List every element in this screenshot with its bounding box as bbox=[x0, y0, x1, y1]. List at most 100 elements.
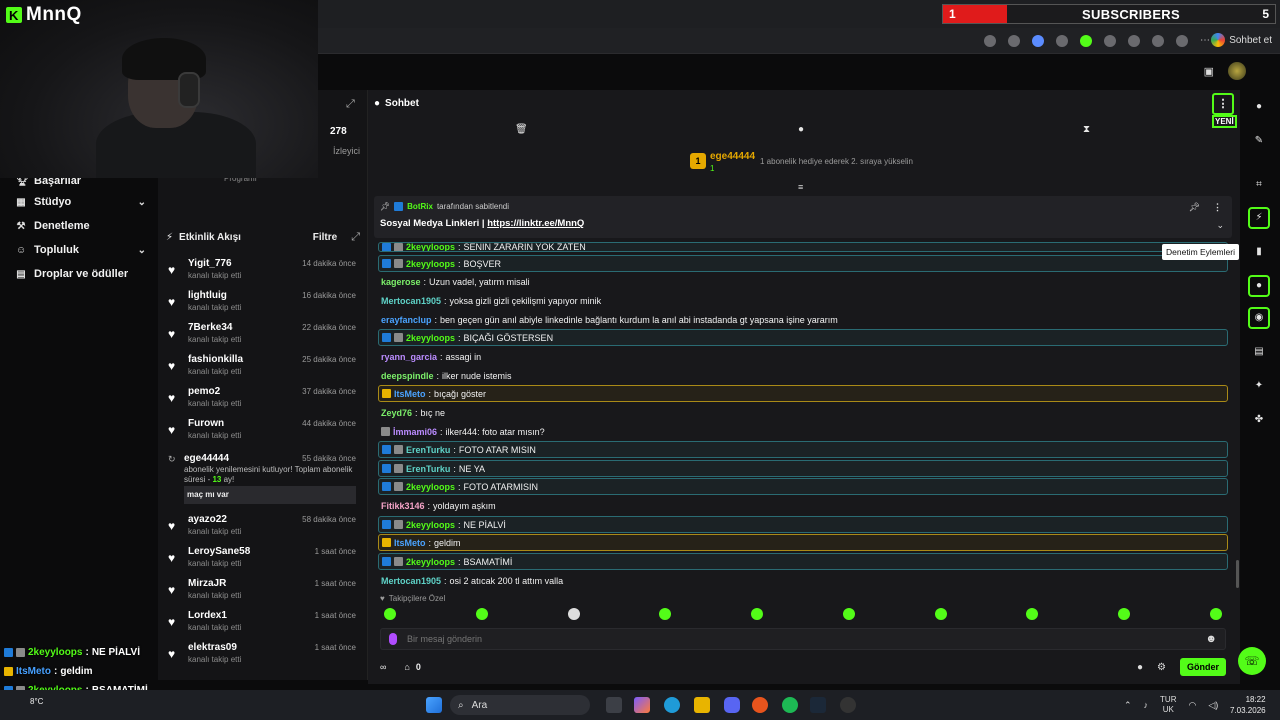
channel-points[interactable]: ∞ bbox=[380, 662, 386, 672]
chat-username[interactable]: 2keyyloops bbox=[406, 243, 455, 251]
activity-user[interactable]: fashionkilla bbox=[188, 354, 243, 365]
info-icon[interactable]: ● bbox=[1251, 99, 1267, 115]
emote[interactable] bbox=[1209, 608, 1222, 620]
chat-rail-icon[interactable]: ● bbox=[1248, 275, 1270, 297]
slow-mode-icon[interactable]: ⧗ bbox=[1083, 124, 1090, 135]
chat-username[interactable]: erayfanclup bbox=[381, 315, 432, 325]
chat-username[interactable]: Zeyd76 bbox=[381, 408, 412, 418]
clipboard-icon[interactable]: ▮ bbox=[1251, 244, 1267, 260]
emote[interactable] bbox=[1118, 608, 1131, 620]
volume-icon[interactable]: ◁) bbox=[1208, 700, 1218, 711]
chat-menu-button[interactable]: ⋮ bbox=[1212, 93, 1234, 115]
discord-icon[interactable] bbox=[724, 697, 740, 713]
favorites-icon[interactable] bbox=[1152, 35, 1164, 47]
edit-icon[interactable]: ✎ bbox=[1251, 133, 1267, 149]
wrench-icon[interactable]: ✦ bbox=[1251, 378, 1267, 394]
puzzle-icon[interactable]: ✤ bbox=[1251, 412, 1267, 428]
chat-username[interactable]: deepspindle bbox=[381, 371, 434, 381]
store-button[interactable]: ⌂ 0 bbox=[404, 662, 420, 672]
pinned-by[interactable]: BotRix bbox=[407, 202, 433, 211]
chat-username[interactable]: kagerose bbox=[381, 277, 421, 287]
sidebar-item-drops[interactable]: ▤ Droplar ve ödüller bbox=[0, 262, 158, 286]
crop-icon[interactable]: ⌗ bbox=[1251, 177, 1267, 193]
pinned-link[interactable]: https://linktr.ee/MnnQ bbox=[487, 218, 584, 229]
emote[interactable] bbox=[384, 608, 396, 620]
split-screen-icon[interactable] bbox=[1128, 35, 1140, 47]
activity-user[interactable]: LeroySane58 bbox=[188, 546, 250, 557]
chevron-down-icon[interactable]: ⌄ bbox=[138, 245, 146, 256]
print-icon[interactable]: ▤ bbox=[1251, 344, 1267, 360]
windows-start-icon[interactable] bbox=[426, 697, 442, 713]
chat-username[interactable]: ItsMeto bbox=[394, 389, 426, 399]
kick-extension-icon[interactable] bbox=[1080, 35, 1092, 47]
emote[interactable] bbox=[842, 608, 855, 620]
sidebar-item-moderation[interactable]: ⚒ Denetleme bbox=[0, 214, 158, 238]
activity-user[interactable]: Yigit_776 bbox=[188, 258, 232, 269]
more-icon[interactable]: ⋯ bbox=[1200, 35, 1210, 47]
broadcast-icon[interactable]: ◉ bbox=[1248, 307, 1270, 329]
emote[interactable] bbox=[659, 608, 672, 620]
favorite-star-icon[interactable] bbox=[1032, 35, 1044, 47]
chat-username[interactable]: 2keyyloops bbox=[406, 259, 455, 269]
chat-username[interactable]: ErenTurku bbox=[406, 464, 450, 474]
mic-icon[interactable] bbox=[389, 633, 397, 645]
trash-icon[interactable]: 🗑︎ bbox=[515, 124, 528, 135]
activity-user[interactable]: Furown bbox=[188, 418, 224, 429]
taskbar-search[interactable]: ⌕ Ara bbox=[450, 695, 590, 715]
sidebar-item-studio[interactable]: ▦ Stüdyo ⌄ bbox=[0, 190, 158, 214]
user-avatar[interactable] bbox=[1228, 62, 1246, 80]
chat-scrollbar[interactable] bbox=[1236, 560, 1239, 588]
system-clock[interactable]: 18:22 7.03.2026 bbox=[1230, 694, 1266, 716]
chevron-down-icon[interactable]: ⌄ bbox=[138, 197, 146, 208]
message-field[interactable] bbox=[407, 634, 1196, 644]
zoom-icon[interactable] bbox=[984, 35, 996, 47]
mic-tray-icon[interactable]: ♪ bbox=[1144, 700, 1149, 710]
pinned-more-icon[interactable]: ⋮ bbox=[1213, 202, 1222, 213]
stream-mode-icon[interactable]: ▣ bbox=[1204, 65, 1214, 78]
copilot-chat-button[interactable]: Sohbet et bbox=[1211, 33, 1272, 47]
edge-browser-icon[interactable] bbox=[664, 697, 680, 713]
emote[interactable] bbox=[751, 608, 764, 620]
emote[interactable] bbox=[1026, 608, 1039, 620]
scroll-down-icon[interactable]: ≡ bbox=[798, 182, 803, 192]
chat-input[interactable]: ☻ bbox=[380, 628, 1226, 650]
emote[interactable] bbox=[934, 608, 947, 620]
chat-username[interactable]: ErenTurku bbox=[406, 445, 450, 455]
popout-icon[interactable]: ⤢ bbox=[351, 231, 360, 244]
chat-username[interactable]: 2keyyloops bbox=[406, 520, 455, 530]
profile-icon[interactable] bbox=[1176, 35, 1188, 47]
unpin-icon[interactable]: 📌︎ bbox=[1189, 202, 1200, 213]
emote[interactable] bbox=[475, 608, 488, 620]
chevron-down-icon[interactable]: ⌄ bbox=[1216, 220, 1224, 231]
chat-username[interactable]: ItsMeto bbox=[394, 538, 426, 548]
spotify-icon[interactable] bbox=[782, 697, 798, 713]
chat-username[interactable]: 2keyyloops bbox=[406, 482, 455, 492]
send-button[interactable]: Gönder bbox=[1179, 658, 1226, 676]
settings-icon[interactable]: ⚙ bbox=[1157, 662, 1166, 673]
activity-user[interactable]: elektras09 bbox=[188, 642, 237, 653]
chat-mode-icon[interactable]: ● bbox=[798, 124, 804, 135]
sidebar-item-community[interactable]: ☺ Topluluk ⌄ bbox=[0, 238, 158, 262]
weather-widget[interactable]: 8°C bbox=[30, 697, 43, 706]
help-button[interactable]: ☏ bbox=[1238, 647, 1266, 675]
chat-username[interactable]: 2keyyloops bbox=[406, 333, 455, 343]
chat-username[interactable]: Mertocan1905 bbox=[381, 296, 441, 306]
wifi-icon[interactable]: ◠ bbox=[1189, 700, 1197, 711]
read-aloud-icon[interactable] bbox=[1008, 35, 1020, 47]
chat-icon[interactable]: ● bbox=[1137, 662, 1143, 673]
chat-username[interactable]: ryann_garcia bbox=[381, 352, 437, 362]
file-explorer-icon[interactable] bbox=[694, 697, 710, 713]
activity-user[interactable]: ayazo22 bbox=[188, 514, 227, 525]
resub-user[interactable]: ege44444 bbox=[184, 453, 229, 464]
chat-username[interactable]: İmmami06 bbox=[393, 427, 437, 437]
emoji-icon[interactable]: ☻ bbox=[1205, 633, 1217, 645]
gifter-name[interactable]: ege44444 bbox=[710, 151, 755, 162]
refresh-icon[interactable] bbox=[1104, 35, 1116, 47]
task-view-icon[interactable] bbox=[606, 697, 622, 713]
activity-user[interactable]: 7Berke34 bbox=[188, 322, 232, 333]
chat-username[interactable]: Fitikk3146 bbox=[381, 501, 425, 511]
brave-icon[interactable] bbox=[752, 697, 768, 713]
extension-icon[interactable] bbox=[1056, 35, 1068, 47]
copilot-app-icon[interactable] bbox=[634, 697, 650, 713]
quick-actions-icon[interactable]: ⚡︎ bbox=[1248, 207, 1270, 229]
